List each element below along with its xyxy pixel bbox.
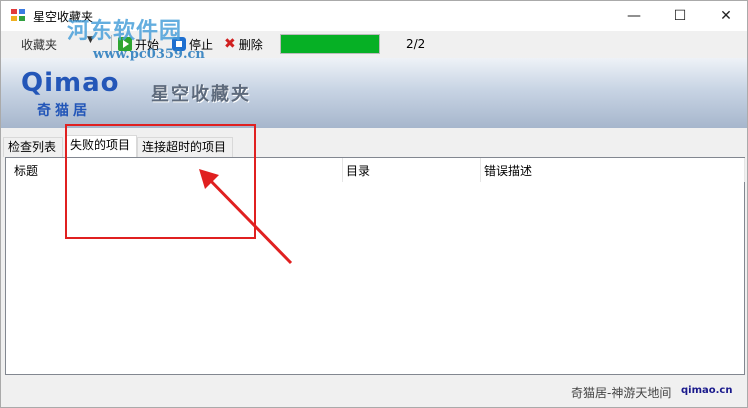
delete-button[interactable]: ✖ 删除: [224, 35, 263, 53]
close-button[interactable]: ✕: [703, 1, 748, 31]
title-bar: 星空收藏夹 — ☐ ✕: [1, 1, 747, 31]
annotation-arrow-icon: [199, 169, 293, 265]
column-header-directory[interactable]: 目录: [346, 162, 370, 182]
status-domain: qimao.cn: [681, 385, 733, 396]
collection-dropdown-label: 收藏夹: [21, 38, 58, 52]
status-text: 奇猫居-神游天地间: [571, 386, 672, 400]
progress-fill: [281, 35, 379, 53]
progress-counter: 2/2: [406, 37, 426, 51]
status-bar: 奇猫居-神游天地间 qimao.cn: [1, 375, 747, 407]
column-header-title[interactable]: 标题: [14, 162, 38, 182]
tab-check-list[interactable]: 检查列表: [3, 137, 63, 157]
delete-icon: ✖: [224, 36, 236, 52]
watermark-url: www.pc0359.cn: [93, 47, 205, 62]
collection-dropdown[interactable]: 收藏夹 ▼: [13, 35, 99, 53]
logo: Qimao: [21, 68, 120, 98]
window-title: 星空收藏夹: [33, 10, 94, 24]
banner-title: 星空收藏夹: [151, 84, 251, 105]
banner: Qimao 奇猫居 星空收藏夹: [1, 58, 747, 128]
progress-bar: [280, 34, 380, 54]
chevron-down-icon: ▼: [87, 35, 94, 45]
maximize-button[interactable]: ☐: [657, 1, 703, 31]
column-divider[interactable]: [480, 158, 481, 182]
app-icon: [11, 9, 25, 21]
delete-button-label: 删除: [238, 37, 263, 52]
column-header-error[interactable]: 错误描述: [484, 162, 532, 182]
app-window: 星空收藏夹 — ☐ ✕ 收藏夹 ▼ 开始 停止 ✖ 删除 2/2 Qimao 奇…: [0, 0, 748, 408]
minimize-button[interactable]: —: [611, 1, 657, 31]
logo-subtitle: 奇猫居: [37, 103, 91, 119]
column-divider[interactable]: [342, 158, 343, 182]
column-divider[interactable]: [744, 158, 745, 182]
